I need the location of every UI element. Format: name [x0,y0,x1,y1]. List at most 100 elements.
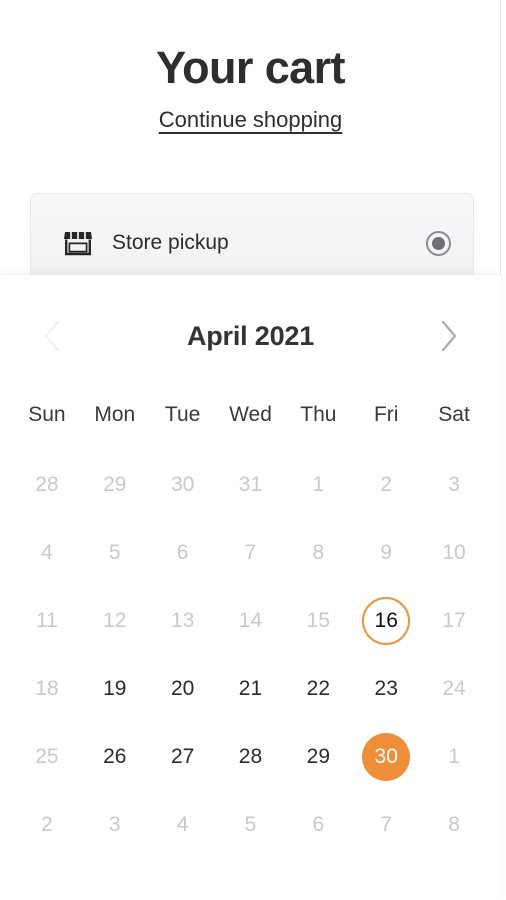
calendar-day-cell: 27 [149,723,217,791]
calendar-day-27[interactable]: 27 [159,733,207,781]
calendar-day-cell: 4 [149,791,217,859]
calendar-day-29: 29 [103,473,127,496]
calendar-day-cell: 13 [149,587,217,655]
calendar-day-11: 11 [36,609,58,632]
calendar-day-24: 24 [442,677,466,700]
calendar-day-26[interactable]: 26 [91,733,139,781]
calendar-day-cell: 30 [352,723,420,791]
continue-shopping-link[interactable]: Continue shopping [159,107,342,133]
calendar-day-cell: 25 [13,723,81,791]
calendar-day-28[interactable]: 28 [226,733,274,781]
calendar-day-cell: 24 [420,655,488,723]
date-picker-sheet: April 2021 Sun Mon Tue Wed Thu Fri Sat 28 29 30 3… [0,275,501,900]
calendar-day-cell: 16 [352,587,420,655]
calendar-day-cell: 2 [352,451,420,519]
calendar-weekday-sun: Sun [28,403,66,426]
calendar-day-3: 3 [108,813,121,836]
calendar-day-18: 18 [35,677,59,700]
calendar-day-cell: 8 [284,519,352,587]
calendar-day-cell: 15 [284,587,352,655]
calendar-weekday-fri: Fri [373,403,399,426]
calendar-day-cell: 4 [13,519,81,587]
calendar-day-cell: 29 [284,723,352,791]
calendar-day-cell: 1 [284,451,352,519]
calendar-day-30[interactable]: 30 [362,733,411,781]
calendar-day-cell: 26 [81,723,149,791]
calendar-day-4: 4 [176,813,189,836]
calendar-weekday-sat: Sat [438,403,470,426]
calendar-day-cell: 22 [284,655,352,723]
store-pickup-radio[interactable] [426,230,451,256]
calendar-day-cell: 21 [217,655,285,723]
calendar-month-label: April 2021 [186,320,315,351]
calendar-day-cell: 12 [81,587,149,655]
calendar-day-13: 13 [170,609,195,632]
calendar-day-2: 2 [380,473,393,496]
calendar-day-cell: 5 [81,519,149,587]
calendar-day-31: 31 [238,473,263,496]
calendar-day-8: 8 [448,813,460,836]
calendar-day-7: 7 [244,541,257,564]
calendar-weekday-row: Sun Mon Tue Wed Thu Fri Sat [0,403,501,427]
calendar-weekday-thu: Thu [300,403,337,426]
calendar-day-cell: 7 [217,519,285,587]
page-title: Your cart [156,42,345,93]
next-month-button[interactable] [425,312,473,360]
calendar-day-12: 12 [103,609,127,632]
calendar-day-28: 28 [35,473,59,496]
calendar-day-25: 25 [35,745,59,768]
calendar-day-10: 10 [442,541,466,564]
calendar-weekday-mon: Mon [94,403,136,426]
calendar-day-14: 14 [238,609,263,632]
calendar-day-cell: 7 [352,791,420,859]
calendar-day-2: 2 [41,813,53,836]
calendar-day-1: 1 [312,473,325,496]
calendar-day-29[interactable]: 29 [294,733,342,781]
calendar-day-cell: 28 [13,451,81,519]
calendar-day-cell: 2 [13,791,81,859]
calendar-day-6: 6 [176,541,189,564]
calendar-day-6: 6 [312,813,325,836]
chevron-left-icon [41,319,63,353]
calendar-day-cell: 8 [420,791,488,859]
calendar-day-16[interactable]: 16 [362,597,411,645]
calendar-day-cell: 14 [217,587,285,655]
calendar-weekday-wed: Wed [229,403,272,426]
calendar-day-cell: 29 [81,451,149,519]
cart-header: Your cart Continue shopping [0,0,501,133]
calendar-day-cell: 10 [420,519,488,587]
calendar-day-grid: 28 29 30 31 1 2 3 4 5 6 7 8 9 10 11 12 13 14 15 16 17 18 19 20 2… [0,451,501,859]
calendar-day-5: 5 [108,541,121,564]
calendar-day-cell: 17 [420,587,488,655]
calendar-day-30: 30 [170,473,195,496]
calendar-day-21[interactable]: 21 [226,665,274,713]
storefront-icon [63,230,93,256]
calendar-day-17: 17 [442,609,466,632]
calendar-day-19[interactable]: 19 [91,665,139,713]
calendar-day-cell: 28 [217,723,285,791]
calendar-day-9: 9 [380,541,393,564]
calendar-day-cell: 6 [149,519,217,587]
calendar-weekday-tue: Tue [164,403,201,426]
calendar-day-cell: 3 [420,451,488,519]
store-pickup-label: Store pickup [112,231,229,254]
calendar-day-cell: 30 [149,451,217,519]
calendar-day-cell: 18 [13,655,81,723]
calendar-day-23[interactable]: 23 [362,665,410,713]
calendar-day-cell: 5 [217,791,285,859]
calendar-day-3: 3 [448,473,460,496]
calendar-day-cell: 1 [420,723,488,791]
radio-selected-dot [432,236,445,250]
chevron-right-icon [438,319,460,353]
calendar-day-22[interactable]: 22 [294,665,342,713]
calendar-day-20[interactable]: 20 [159,665,207,713]
calendar-day-1: 1 [448,745,460,768]
calendar-day-cell: 31 [217,451,285,519]
calendar-day-5: 5 [244,813,257,836]
calendar-day-7: 7 [380,813,393,836]
previous-month-button[interactable] [28,312,76,360]
calendar-day-cell: 11 [13,587,81,655]
calendar-day-cell: 19 [81,655,149,723]
calendar-day-cell: 23 [352,655,420,723]
calendar-day-cell: 9 [352,519,420,587]
